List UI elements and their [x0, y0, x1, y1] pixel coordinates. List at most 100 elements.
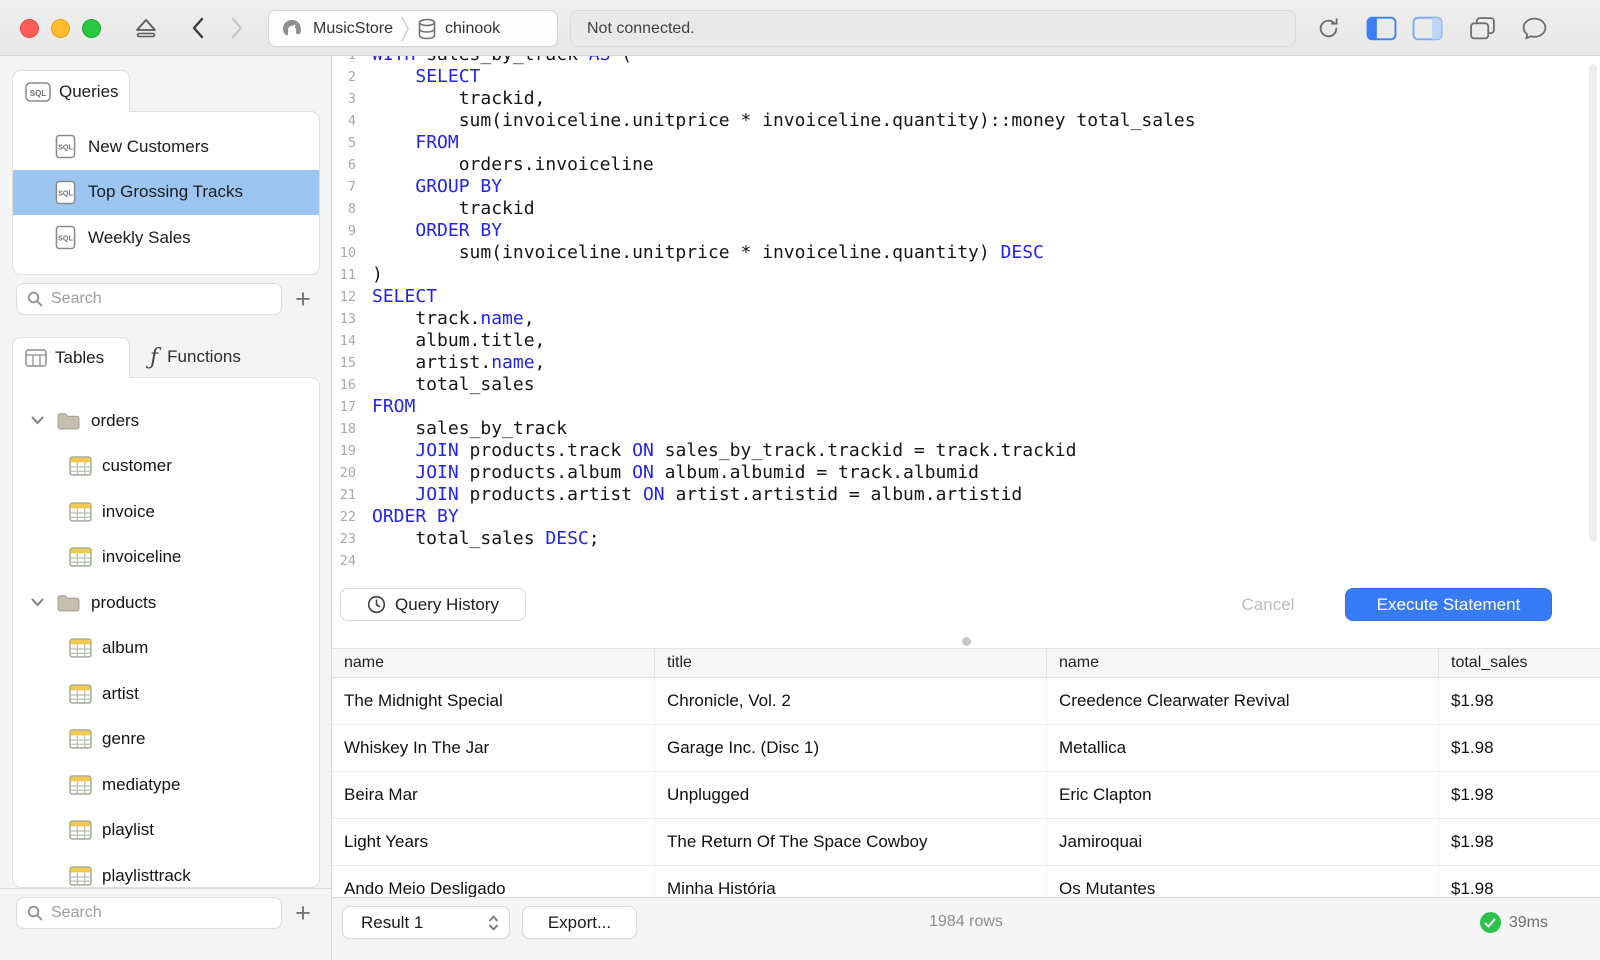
tree-item-products[interactable]: products — [13, 580, 319, 626]
column-header-total_sales[interactable]: total_sales — [1439, 649, 1600, 677]
tree-item-playlist[interactable]: playlist — [13, 808, 319, 854]
tables-search-input[interactable] — [51, 904, 251, 922]
queries-search-field[interactable] — [16, 283, 282, 315]
table-cell[interactable]: Metallica — [1047, 725, 1439, 772]
chevron-down-icon[interactable] — [31, 416, 45, 425]
tree-item-orders[interactable]: orders — [13, 398, 319, 444]
table-cell[interactable]: Light Years — [332, 819, 655, 866]
table-cell[interactable]: Os Mutantes — [1047, 866, 1439, 897]
feedback-bubble-icon[interactable] — [1518, 0, 1550, 56]
code-line[interactable]: 19 JOIN products.track ON sales_by_track… — [332, 440, 1600, 462]
tree-item-artist[interactable]: artist — [13, 671, 319, 717]
table-row[interactable]: Ando Meio Desligado Minha História Os Muta… — [332, 866, 1600, 897]
chevron-down-icon[interactable] — [31, 598, 45, 607]
code-line[interactable]: 16 total_sales — [332, 374, 1600, 396]
tree-item-playlisttrack[interactable]: playlisttrack — [13, 853, 319, 887]
table-cell[interactable]: Minha História — [655, 866, 1047, 897]
table-cell[interactable]: Whiskey In The Jar — [332, 725, 655, 772]
breadcrumb-server[interactable]: MusicStore — [279, 17, 393, 41]
table-cell[interactable]: Unplugged — [655, 772, 1047, 819]
toggle-sidebar-icon[interactable] — [1364, 0, 1398, 56]
tree-item-customer[interactable]: customer — [13, 444, 319, 490]
refresh-icon[interactable] — [1312, 0, 1344, 56]
tab-tables[interactable]: Tables — [12, 337, 130, 378]
code-line[interactable]: 10 sum(invoiceline.unitprice * invoiceli… — [332, 242, 1600, 264]
sidebar-item-query[interactable]: SQL Weekly Sales — [13, 215, 319, 261]
table-cell[interactable]: Eric Clapton — [1047, 772, 1439, 819]
code-line[interactable]: 2 SELECT — [332, 66, 1600, 88]
column-header-name[interactable]: name — [332, 649, 655, 677]
code-line[interactable]: 14 album.title, — [332, 330, 1600, 352]
table-cell[interactable]: $1.98 — [1439, 819, 1600, 866]
windows-icon[interactable] — [1466, 0, 1498, 56]
table-cell[interactable]: $1.98 — [1439, 725, 1600, 772]
table-cell[interactable]: $1.98 — [1439, 678, 1600, 725]
sql-editor[interactable]: 1WITH sales_by_track AS (2 SELECT3 track… — [332, 56, 1600, 588]
tree-item-mediatype[interactable]: mediatype — [13, 762, 319, 808]
add-query-button[interactable]: + — [286, 281, 320, 317]
tree-item-genre[interactable]: genre — [13, 717, 319, 763]
code-line[interactable]: 8 trackid — [332, 198, 1600, 220]
result-selector[interactable]: Result 1 — [342, 906, 510, 939]
splitter-handle[interactable] — [962, 637, 971, 646]
table-cell[interactable]: Ando Meio Desligado — [332, 866, 655, 897]
zoom-window-button[interactable] — [82, 19, 101, 38]
minimize-window-button[interactable] — [51, 19, 70, 38]
code-line[interactable]: 12 SELECT — [332, 286, 1600, 308]
queries-search-input[interactable] — [51, 290, 251, 308]
code-line[interactable]: 23 total_sales DESC; — [332, 528, 1600, 550]
tree-item-invoiceline[interactable]: invoiceline — [13, 535, 319, 581]
eject-icon[interactable] — [131, 0, 161, 56]
table-cell[interactable]: Chronicle, Vol. 2 — [655, 678, 1047, 725]
code-line[interactable]: 3 trackid, — [332, 88, 1600, 110]
query-history-button[interactable]: Query History — [340, 588, 526, 621]
code-line[interactable]: 9 ORDER BY — [332, 220, 1600, 242]
breadcrumb-database[interactable]: chinook — [417, 18, 500, 40]
connection-status-field[interactable]: Not connected. — [570, 10, 1296, 47]
add-table-button[interactable]: + — [286, 895, 320, 931]
tree-item-album[interactable]: album — [13, 626, 319, 672]
close-window-button[interactable] — [20, 19, 39, 38]
code-line[interactable]: 5 FROM — [332, 132, 1600, 154]
table-row[interactable]: Whiskey In The Jar Garage Inc. (Disc 1) Me… — [332, 725, 1600, 772]
table-cell[interactable]: Beira Mar — [332, 772, 655, 819]
code-line[interactable]: 20 JOIN products.album ON album.albumid … — [332, 462, 1600, 484]
table-cell[interactable]: The Midnight Special — [332, 678, 655, 725]
table-cell[interactable]: Jamiroquai — [1047, 819, 1439, 866]
table-cell[interactable]: $1.98 — [1439, 772, 1600, 819]
sidebar-item-query[interactable]: SQL Top Grossing Tracks — [13, 169, 319, 215]
code-line[interactable]: 4 sum(invoiceline.unitprice * invoicelin… — [332, 110, 1600, 132]
column-header-name[interactable]: name — [1047, 649, 1439, 677]
toggle-panel-icon[interactable] — [1410, 0, 1444, 56]
code-line[interactable]: 18 sales_by_track — [332, 418, 1600, 440]
tree-item-invoice[interactable]: invoice — [13, 489, 319, 535]
table-cell[interactable]: $1.98 — [1439, 866, 1600, 897]
column-header-title[interactable]: title — [655, 649, 1047, 677]
sidebar-item-query[interactable]: SQL New Customers — [13, 124, 319, 170]
forward-button[interactable] — [226, 0, 248, 56]
editor-scrollbar[interactable] — [1589, 64, 1597, 542]
code-line[interactable]: 13 track.name, — [332, 308, 1600, 330]
export-button[interactable]: Export... — [522, 906, 637, 939]
tab-queries[interactable]: SQL Queries — [12, 70, 130, 112]
table-cell[interactable]: Garage Inc. (Disc 1) — [655, 725, 1047, 772]
tables-search-field[interactable] — [16, 897, 282, 929]
code-line[interactable]: 22 ORDER BY — [332, 506, 1600, 528]
code-line[interactable]: 15 artist.name, — [332, 352, 1600, 374]
execute-statement-button[interactable]: Execute Statement — [1345, 588, 1552, 621]
code-line[interactable]: 17 FROM — [332, 396, 1600, 418]
code-line[interactable]: 6 orders.invoiceline — [332, 154, 1600, 176]
table-cell[interactable]: Creedence Clearwater Revival — [1047, 678, 1439, 725]
code-line[interactable]: 11) — [332, 264, 1600, 286]
back-button[interactable] — [186, 0, 208, 56]
tab-functions[interactable]: ƒ Functions — [150, 337, 241, 377]
table-row[interactable]: The Midnight Special Chronicle, Vol. 2 Cre… — [332, 678, 1600, 725]
table-row[interactable]: Beira Mar Unplugged Eric Clapton $1.98 — [332, 772, 1600, 819]
code-line[interactable]: 7 GROUP BY — [332, 176, 1600, 198]
code-line[interactable]: 1 WITH sales_by_track AS ( — [332, 56, 1600, 66]
table-cell[interactable]: The Return Of The Space Cowboy — [655, 819, 1047, 866]
code-line[interactable]: 24 — [332, 550, 1600, 572]
table-row[interactable]: Light Years The Return Of The Space Cowbo… — [332, 819, 1600, 866]
code-line[interactable]: 21 JOIN products.artist ON artist.artist… — [332, 484, 1600, 506]
